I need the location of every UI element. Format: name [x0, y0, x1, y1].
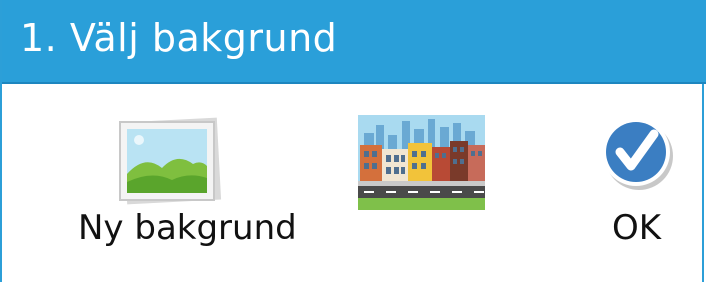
new-background-button[interactable]: Ny bakgrund: [72, 112, 297, 257]
ok-label: OK: [612, 208, 662, 248]
dialog-title: 1. Välj bakgrund: [20, 16, 338, 60]
checkmark-circle-icon: [600, 116, 676, 192]
dialog-header: 1. Välj bakgrund: [2, 0, 706, 84]
city-background-option[interactable]: [358, 112, 486, 210]
background-chooser-dialog: 1. Välj bakgrund Ny bakgrund OK: [0, 0, 706, 282]
landscape-photo-icon: [117, 116, 223, 206]
new-background-label: Ny bakgrund: [78, 208, 297, 248]
city-street-thumbnail: [358, 115, 485, 210]
ok-button[interactable]: OK: [594, 112, 684, 257]
